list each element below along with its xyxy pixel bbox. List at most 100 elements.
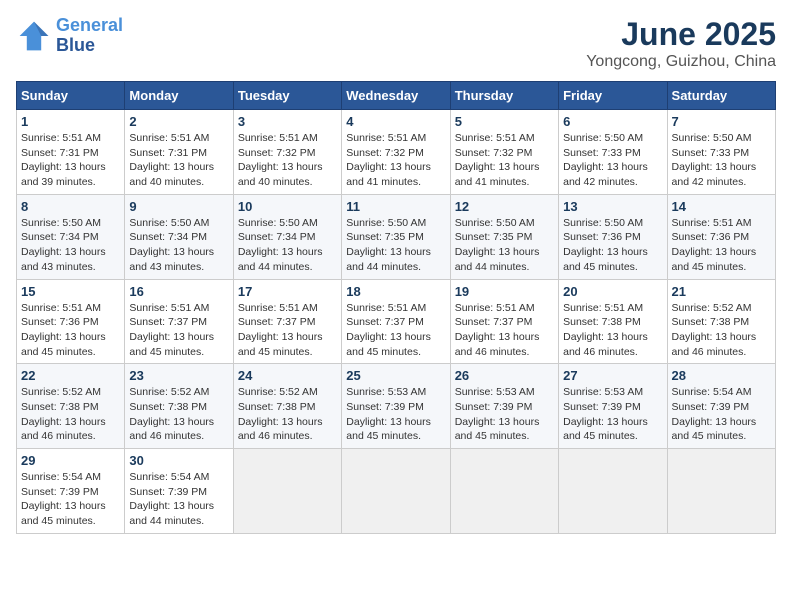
day-info: Sunrise: 5:51 AMSunset: 7:37 PMDaylight:… [129, 301, 228, 360]
calendar-header-row: SundayMondayTuesdayWednesdayThursdayFrid… [17, 82, 776, 110]
calendar-cell: 8 Sunrise: 5:50 AMSunset: 7:34 PMDaylight… [17, 194, 125, 279]
subtitle: Yongcong, Guizhou, China [586, 53, 776, 71]
calendar-cell: 11 Sunrise: 5:50 AMSunset: 7:35 PMDayligh… [342, 194, 450, 279]
day-info: Sunrise: 5:50 AMSunset: 7:36 PMDaylight:… [563, 216, 662, 275]
day-info: Sunrise: 5:51 AMSunset: 7:32 PMDaylight:… [346, 131, 445, 190]
day-number: 15 [21, 284, 120, 299]
day-number: 22 [21, 368, 120, 383]
calendar-cell: 24 Sunrise: 5:52 AMSunset: 7:38 PMDayligh… [233, 364, 341, 449]
title-area: June 2025 Yongcong, Guizhou, China [586, 16, 776, 71]
day-number: 30 [129, 453, 228, 468]
header: GeneralBlue June 2025 Yongcong, Guizhou,… [16, 16, 776, 71]
day-info: Sunrise: 5:54 AMSunset: 7:39 PMDaylight:… [129, 470, 228, 529]
calendar-cell: 2 Sunrise: 5:51 AMSunset: 7:31 PMDaylight… [125, 110, 233, 195]
calendar-cell: 17 Sunrise: 5:51 AMSunset: 7:37 PMDayligh… [233, 279, 341, 364]
calendar-cell: 22 Sunrise: 5:52 AMSunset: 7:38 PMDayligh… [17, 364, 125, 449]
logo: GeneralBlue [16, 16, 123, 56]
day-info: Sunrise: 5:51 AMSunset: 7:36 PMDaylight:… [672, 216, 771, 275]
calendar-cell [342, 449, 450, 534]
calendar-cell: 13 Sunrise: 5:50 AMSunset: 7:36 PMDayligh… [559, 194, 667, 279]
day-info: Sunrise: 5:50 AMSunset: 7:35 PMDaylight:… [346, 216, 445, 275]
calendar-cell: 23 Sunrise: 5:52 AMSunset: 7:38 PMDayligh… [125, 364, 233, 449]
day-number: 4 [346, 114, 445, 129]
calendar-cell [667, 449, 775, 534]
week-row-3: 15 Sunrise: 5:51 AMSunset: 7:36 PMDayligh… [17, 279, 776, 364]
day-number: 11 [346, 199, 445, 214]
day-info: Sunrise: 5:52 AMSunset: 7:38 PMDaylight:… [21, 385, 120, 444]
day-number: 25 [346, 368, 445, 383]
day-info: Sunrise: 5:51 AMSunset: 7:37 PMDaylight:… [346, 301, 445, 360]
day-info: Sunrise: 5:51 AMSunset: 7:32 PMDaylight:… [238, 131, 337, 190]
day-info: Sunrise: 5:51 AMSunset: 7:36 PMDaylight:… [21, 301, 120, 360]
day-number: 8 [21, 199, 120, 214]
day-number: 2 [129, 114, 228, 129]
header-tuesday: Tuesday [233, 82, 341, 110]
main-title: June 2025 [586, 16, 776, 53]
header-sunday: Sunday [17, 82, 125, 110]
calendar-cell: 29 Sunrise: 5:54 AMSunset: 7:39 PMDayligh… [17, 449, 125, 534]
day-number: 13 [563, 199, 662, 214]
day-info: Sunrise: 5:53 AMSunset: 7:39 PMDaylight:… [346, 385, 445, 444]
week-row-4: 22 Sunrise: 5:52 AMSunset: 7:38 PMDayligh… [17, 364, 776, 449]
day-info: Sunrise: 5:50 AMSunset: 7:34 PMDaylight:… [129, 216, 228, 275]
day-number: 17 [238, 284, 337, 299]
calendar-cell: 26Sunrise: 5:53 AMSunset: 7:39 PMDayligh… [450, 364, 558, 449]
calendar-cell [450, 449, 558, 534]
header-monday: Monday [125, 82, 233, 110]
day-number: 29 [21, 453, 120, 468]
calendar-cell: 25 Sunrise: 5:53 AMSunset: 7:39 PMDayligh… [342, 364, 450, 449]
week-row-5: 29 Sunrise: 5:54 AMSunset: 7:39 PMDayligh… [17, 449, 776, 534]
day-number: 28 [672, 368, 771, 383]
day-info: Sunrise: 5:51 AMSunset: 7:37 PMDaylight:… [455, 301, 554, 360]
day-info: Sunrise: 5:51 AMSunset: 7:37 PMDaylight:… [238, 301, 337, 360]
calendar-cell: 1 Sunrise: 5:51 AMSunset: 7:31 PMDaylight… [17, 110, 125, 195]
day-number: 10 [238, 199, 337, 214]
day-number: 23 [129, 368, 228, 383]
calendar-table: SundayMondayTuesdayWednesdayThursdayFrid… [16, 81, 776, 534]
calendar-cell: 18 Sunrise: 5:51 AMSunset: 7:37 PMDayligh… [342, 279, 450, 364]
day-number: 18 [346, 284, 445, 299]
day-info: Sunrise: 5:52 AMSunset: 7:38 PMDaylight:… [238, 385, 337, 444]
header-saturday: Saturday [667, 82, 775, 110]
calendar-cell: 9Sunrise: 5:50 AMSunset: 7:34 PMDaylight… [125, 194, 233, 279]
day-info: Sunrise: 5:51 AMSunset: 7:31 PMDaylight:… [129, 131, 228, 190]
day-number: 1 [21, 114, 120, 129]
calendar-cell: 10Sunrise: 5:50 AMSunset: 7:34 PMDayligh… [233, 194, 341, 279]
calendar-cell [233, 449, 341, 534]
day-number: 12 [455, 199, 554, 214]
calendar-cell: 30 Sunrise: 5:54 AMSunset: 7:39 PMDayligh… [125, 449, 233, 534]
header-thursday: Thursday [450, 82, 558, 110]
day-number: 27 [563, 368, 662, 383]
calendar-cell: 3Sunrise: 5:51 AMSunset: 7:32 PMDaylight… [233, 110, 341, 195]
day-info: Sunrise: 5:50 AMSunset: 7:34 PMDaylight:… [21, 216, 120, 275]
calendar-cell: 7Sunrise: 5:50 AMSunset: 7:33 PMDaylight… [667, 110, 775, 195]
calendar-cell: 12Sunrise: 5:50 AMSunset: 7:35 PMDayligh… [450, 194, 558, 279]
day-info: Sunrise: 5:51 AMSunset: 7:31 PMDaylight:… [21, 131, 120, 190]
day-info: Sunrise: 5:54 AMSunset: 7:39 PMDaylight:… [21, 470, 120, 529]
calendar-cell: 20Sunrise: 5:51 AMSunset: 7:38 PMDayligh… [559, 279, 667, 364]
calendar-cell [559, 449, 667, 534]
day-info: Sunrise: 5:51 AMSunset: 7:32 PMDaylight:… [455, 131, 554, 190]
day-number: 5 [455, 114, 554, 129]
calendar-cell: 27Sunrise: 5:53 AMSunset: 7:39 PMDayligh… [559, 364, 667, 449]
day-number: 14 [672, 199, 771, 214]
day-number: 19 [455, 284, 554, 299]
calendar-cell: 6 Sunrise: 5:50 AMSunset: 7:33 PMDaylight… [559, 110, 667, 195]
logo-icon [16, 18, 52, 54]
header-friday: Friday [559, 82, 667, 110]
day-info: Sunrise: 5:50 AMSunset: 7:33 PMDaylight:… [672, 131, 771, 190]
header-wednesday: Wednesday [342, 82, 450, 110]
day-info: Sunrise: 5:53 AMSunset: 7:39 PMDaylight:… [455, 385, 554, 444]
calendar-cell: 15 Sunrise: 5:51 AMSunset: 7:36 PMDayligh… [17, 279, 125, 364]
day-info: Sunrise: 5:52 AMSunset: 7:38 PMDaylight:… [129, 385, 228, 444]
calendar-cell: 14 Sunrise: 5:51 AMSunset: 7:36 PMDayligh… [667, 194, 775, 279]
logo-text: GeneralBlue [56, 16, 123, 56]
calendar-cell: 4 Sunrise: 5:51 AMSunset: 7:32 PMDaylight… [342, 110, 450, 195]
calendar-cell: 28Sunrise: 5:54 AMSunset: 7:39 PMDayligh… [667, 364, 775, 449]
day-info: Sunrise: 5:50 AMSunset: 7:33 PMDaylight:… [563, 131, 662, 190]
calendar-cell: 21Sunrise: 5:52 AMSunset: 7:38 PMDayligh… [667, 279, 775, 364]
day-number: 6 [563, 114, 662, 129]
day-number: 16 [129, 284, 228, 299]
day-info: Sunrise: 5:51 AMSunset: 7:38 PMDaylight:… [563, 301, 662, 360]
day-number: 24 [238, 368, 337, 383]
